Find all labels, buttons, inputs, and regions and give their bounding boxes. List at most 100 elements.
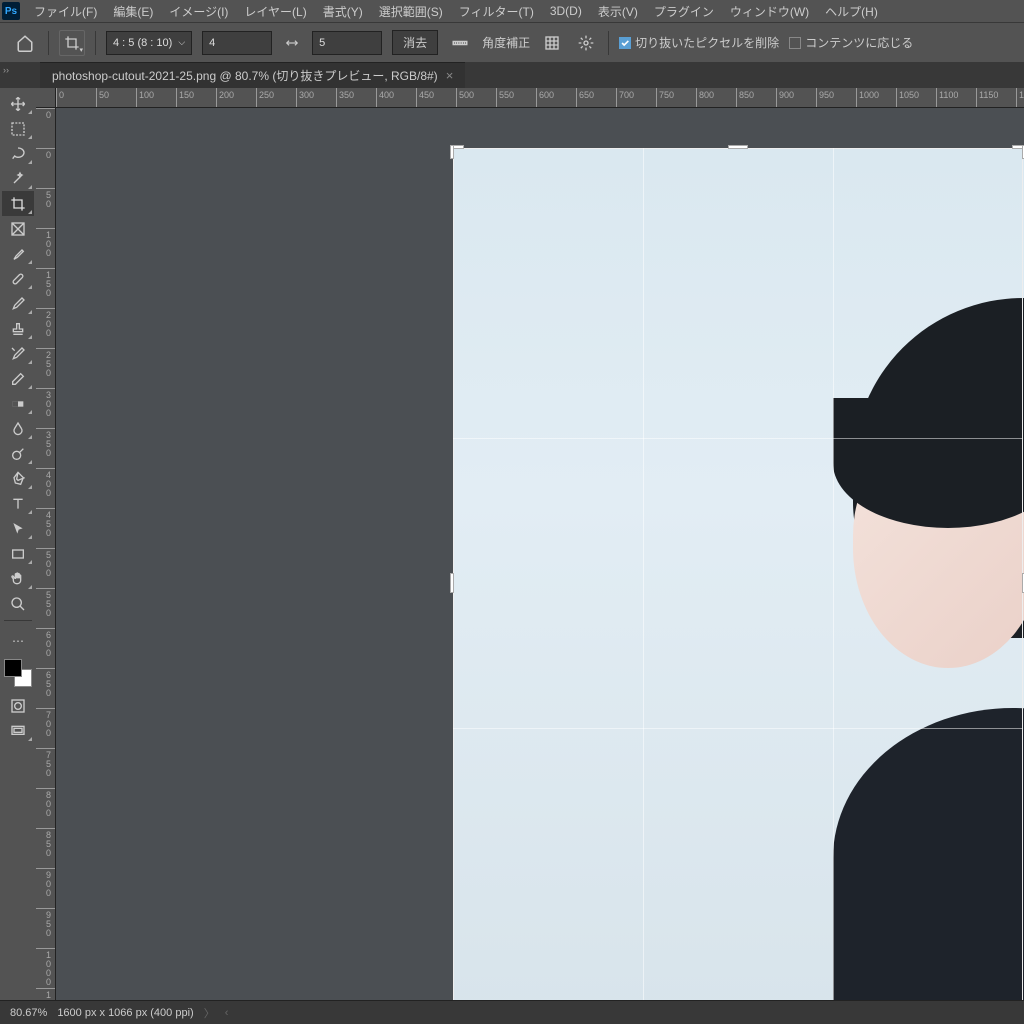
aspect-ratio-preset[interactable]: 4 : 5 (8 : 10) ⌵ xyxy=(106,31,192,55)
menu-window[interactable]: ウィンドウ(W) xyxy=(722,1,817,22)
crop-grid-line xyxy=(833,148,834,1000)
color-swatches[interactable] xyxy=(4,659,32,687)
lasso-icon xyxy=(10,146,26,162)
zoom-level[interactable]: 80.67% xyxy=(10,1007,47,1019)
screen-mode-toggle[interactable] xyxy=(2,718,34,743)
delete-cropped-pixels-checkbox[interactable]: 切り抜いたピクセルを削除 xyxy=(619,34,779,51)
brush-tool[interactable] xyxy=(2,291,34,316)
quick-mask-icon xyxy=(10,698,26,714)
canvas-area: 0501001502002503003504004505005506006507… xyxy=(36,88,1024,1000)
straighten-button[interactable] xyxy=(448,31,472,55)
gradient-tool[interactable] xyxy=(2,391,34,416)
document-dimensions[interactable]: 1600 px x 1066 px (400 ppi) xyxy=(57,1007,193,1019)
scroll-left-icon[interactable]: ‹ xyxy=(225,1007,229,1019)
shape-tool[interactable] xyxy=(2,541,34,566)
ruler-tick: 50 xyxy=(96,88,136,107)
status-bar: 80.67% 1600 px x 1066 px (400 ppi) 〉 ‹ xyxy=(0,1000,1024,1024)
menu-3d[interactable]: 3D(D) xyxy=(542,2,590,20)
ruler-tick: 150 xyxy=(36,268,55,308)
overlay-options-button[interactable] xyxy=(540,31,564,55)
grid-icon xyxy=(544,35,560,51)
close-tab-button[interactable]: × xyxy=(446,68,454,83)
path-selection-tool[interactable] xyxy=(2,516,34,541)
eyedropper-tool[interactable] xyxy=(2,241,34,266)
vertical-ruler[interactable]: 0050100150200250300350400450500550600650… xyxy=(36,108,56,1000)
crop-tool-indicator[interactable]: ▾ xyxy=(59,30,85,56)
canvas[interactable] xyxy=(56,108,1024,1000)
content-aware-checkbox[interactable]: コンテンツに応じる xyxy=(789,34,913,51)
brush-icon xyxy=(10,296,26,312)
gear-icon xyxy=(578,35,594,51)
menu-edit[interactable]: 編集(E) xyxy=(105,1,161,22)
ruler-tick: 1150 xyxy=(976,88,1016,107)
crop-bounding-box[interactable] xyxy=(453,148,1023,1000)
screen-mode-icon xyxy=(10,723,26,739)
stamp-tool[interactable] xyxy=(2,316,34,341)
menu-plugin[interactable]: プラグイン xyxy=(646,1,722,22)
menu-help[interactable]: ヘルプ(H) xyxy=(817,1,886,22)
menu-filter[interactable]: フィルター(T) xyxy=(451,1,542,22)
marquee-tool[interactable] xyxy=(2,116,34,141)
crop-icon xyxy=(64,35,80,51)
lasso-tool[interactable] xyxy=(2,141,34,166)
frame-tool[interactable] xyxy=(2,216,34,241)
ruler-origin[interactable] xyxy=(36,88,56,108)
menu-image[interactable]: イメージ(I) xyxy=(161,1,236,22)
blur-tool[interactable] xyxy=(2,416,34,441)
ruler-tick: 1050 xyxy=(896,88,936,107)
move-tool[interactable] xyxy=(2,91,34,116)
ruler-tick: 350 xyxy=(36,428,55,468)
home-button[interactable] xyxy=(12,30,38,56)
horizontal-ruler[interactable]: 0501001502002503003504004505005506006507… xyxy=(56,88,1024,108)
crop-options-button[interactable] xyxy=(574,31,598,55)
quick-mask-toggle[interactable] xyxy=(2,693,34,718)
history-brush-tool[interactable] xyxy=(2,341,34,366)
ruler-tick: 150 xyxy=(176,88,216,107)
menu-layer[interactable]: レイヤー(L) xyxy=(236,1,314,22)
zoom-tool[interactable] xyxy=(2,591,34,616)
crop-handle-left[interactable] xyxy=(450,573,454,593)
type-tool[interactable] xyxy=(2,491,34,516)
ruler-tick: 1050 xyxy=(36,988,55,1000)
chevron-down-icon: ⌵ xyxy=(178,37,185,48)
menu-view[interactable]: 表示(V) xyxy=(590,1,646,22)
separator xyxy=(48,31,49,55)
menu-file[interactable]: ファイル(F) xyxy=(26,1,105,22)
chevron-down-icon: ▾ xyxy=(79,46,83,54)
wand-tool[interactable] xyxy=(2,166,34,191)
dodge-tool[interactable] xyxy=(2,441,34,466)
edit-toolbar[interactable]: ⋯ xyxy=(2,628,34,653)
gradient-icon xyxy=(10,396,26,412)
ruler-tick: 500 xyxy=(36,548,55,588)
eraser-icon xyxy=(10,371,26,387)
crop-width-input[interactable] xyxy=(202,31,272,55)
hand-tool[interactable] xyxy=(2,566,34,591)
swap-dimensions-button[interactable] xyxy=(282,33,302,53)
menu-type[interactable]: 書式(Y) xyxy=(315,1,371,22)
crop-icon xyxy=(10,196,26,212)
move-icon xyxy=(10,96,26,112)
document-tab-bar: ›› photoshop-cutout-2021-25.png @ 80.7% … xyxy=(0,62,1024,88)
straighten-label: 角度補正 xyxy=(482,34,530,51)
separator xyxy=(95,31,96,55)
expand-panels-icon[interactable]: ›› xyxy=(3,65,9,75)
ruler-tick: 800 xyxy=(696,88,736,107)
pen-icon xyxy=(10,471,26,487)
pen-tool[interactable] xyxy=(2,466,34,491)
document-tab[interactable]: photoshop-cutout-2021-25.png @ 80.7% (切り… xyxy=(40,62,465,88)
chevron-right-icon[interactable]: 〉 xyxy=(204,1005,215,1021)
home-icon xyxy=(16,34,34,52)
crop-handle-top[interactable] xyxy=(728,145,748,149)
frame-icon xyxy=(10,221,26,237)
crop-height-input[interactable] xyxy=(312,31,382,55)
crop-grid-line xyxy=(643,148,644,1000)
menu-select[interactable]: 選択範囲(S) xyxy=(371,1,451,22)
healing-tool[interactable] xyxy=(2,266,34,291)
eraser-tool[interactable] xyxy=(2,366,34,391)
crop-handle-tl[interactable] xyxy=(450,145,454,159)
clear-button[interactable]: 消去 xyxy=(392,30,438,55)
foreground-color-swatch[interactable] xyxy=(4,659,22,677)
crop-tool[interactable] xyxy=(2,191,34,216)
workspace: ⋯ 05010015020025030035040045050055060065… xyxy=(0,88,1024,1000)
ruler-tick: 500 xyxy=(456,88,496,107)
